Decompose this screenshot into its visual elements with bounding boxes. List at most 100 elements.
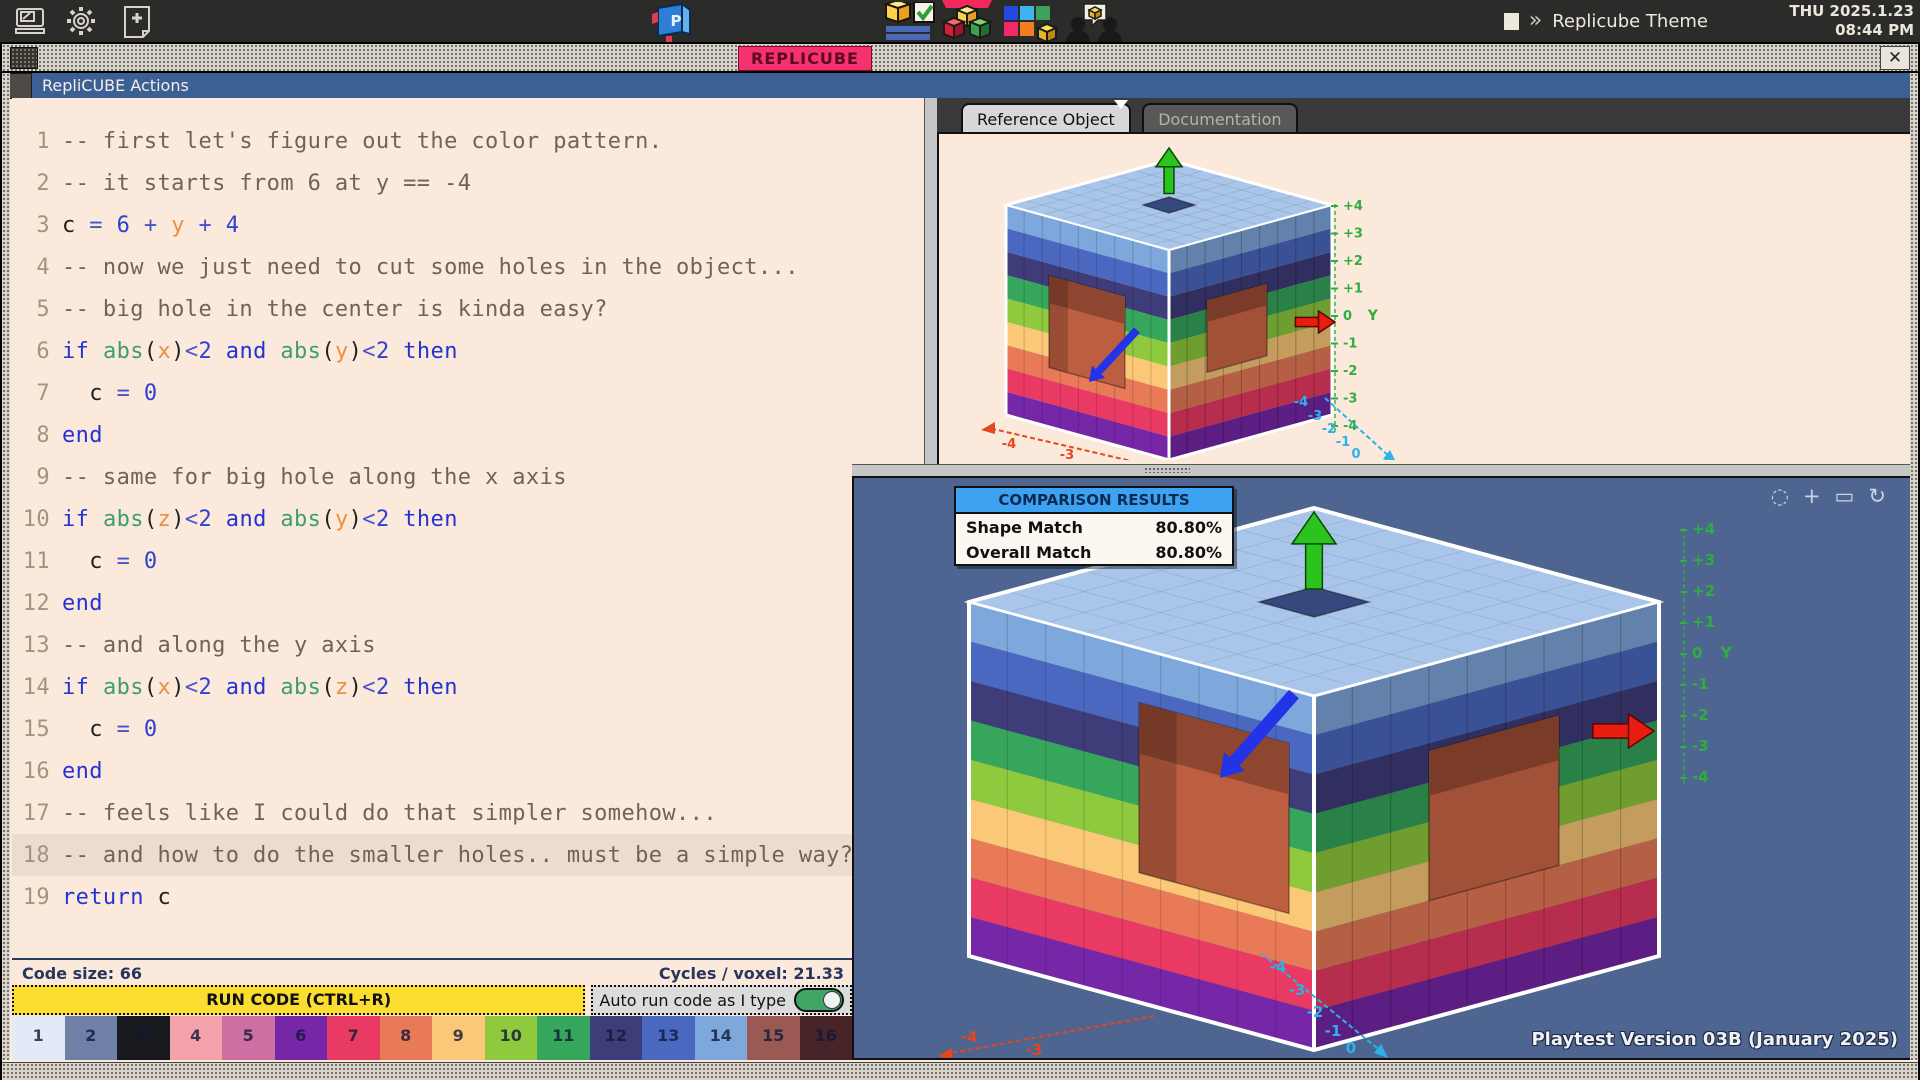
code-line[interactable]: 5-- big hole in the center is kinda easy… (12, 288, 852, 330)
run-code-button[interactable]: RUN CODE (CTRL+R) (12, 985, 585, 1015)
cubes-banner-icon[interactable] (938, 0, 996, 46)
line-number: 3 (18, 213, 50, 238)
rotate-view-icon[interactable]: ↻ (1868, 484, 1886, 508)
code-line[interactable]: 14if abs(x)<2 and abs(z)<2 then (12, 666, 852, 708)
palette-swatch-10[interactable]: 10 (485, 1016, 538, 1060)
code-line[interactable]: 8end (12, 414, 852, 456)
window-bottom-edge[interactable] (2, 1062, 1918, 1080)
palette-swatch-5[interactable]: 5 (222, 1016, 275, 1060)
palette-swatch-15[interactable]: 15 (747, 1016, 800, 1060)
swatch-number: 2 (65, 1026, 118, 1045)
code-line[interactable]: 13-- and along the y axis (12, 624, 852, 666)
svg-text:-2: -2 (1343, 364, 1357, 379)
code-line[interactable]: 15 c = 0 (12, 708, 852, 750)
palette-swatch-9[interactable]: 9 (432, 1016, 485, 1060)
code-line[interactable]: 12end (12, 582, 852, 624)
code-token: 2 (376, 507, 390, 532)
close-button[interactable]: ✕ (1880, 46, 1910, 70)
autorun-toggle[interactable] (794, 988, 844, 1012)
tab-reference-object[interactable]: Reference Object (961, 103, 1131, 132)
code-token: and (212, 675, 280, 700)
palette-swatch-6[interactable]: 6 (275, 1016, 328, 1060)
palette-swatch-13[interactable]: 13 (642, 1016, 695, 1060)
code-token: -- and along the y axis (62, 633, 376, 658)
window-app-icon[interactable] (10, 47, 38, 69)
code-token: -- now we just need to cut some holes in… (62, 255, 799, 280)
palette-swatch-12[interactable]: 12 (590, 1016, 643, 1060)
code-token: = (103, 717, 144, 742)
comparison-row: Shape Match80.80% (956, 514, 1232, 539)
tab-documentation[interactable]: Documentation (1142, 103, 1297, 132)
palette-swatch-4[interactable]: 4 (170, 1016, 223, 1060)
palette-swatch-3[interactable]: 3 (117, 1016, 170, 1060)
code-token: 2 (376, 675, 390, 700)
code-line[interactable]: 18-- and how to do the smaller holes.. m… (12, 834, 852, 876)
code-token: < (185, 675, 199, 700)
code-token: 0 (144, 549, 158, 574)
line-number: 7 (18, 381, 50, 406)
code-line[interactable]: 4-- now we just need to cut some holes i… (12, 246, 852, 288)
code-line[interactable]: 17-- feels like I could do that simpler … (12, 792, 852, 834)
code-token: c (62, 381, 103, 406)
code-editor-pane: 1-- first let's figure out the color pat… (12, 98, 924, 1060)
code-line[interactable]: 2-- it starts from 6 at y == -4 (12, 162, 852, 204)
palette-swatch-16[interactable]: 16 (800, 1016, 853, 1060)
code-token: ) (171, 507, 185, 532)
code-token: y (171, 213, 185, 238)
code-token: < (362, 675, 376, 700)
tab-notch-icon (1114, 100, 1128, 109)
new-file-icon[interactable] (122, 5, 152, 43)
code-line[interactable]: 1-- first let's figure out the color pat… (12, 120, 852, 162)
code-token: and (212, 507, 280, 532)
svg-text:P: P (671, 12, 682, 30)
svg-text:-1: -1 (1692, 675, 1709, 693)
code-token: if (62, 507, 103, 532)
comparison-results-box: COMPARISON RESULTS Shape Match80.80%Over… (954, 486, 1234, 566)
code-line[interactable]: 19return c (12, 876, 852, 918)
code-token: -- big hole in the center is kinda easy? (62, 297, 608, 322)
printer-tool-icon[interactable]: P (648, 2, 696, 46)
code-line[interactable]: 10if abs(z)<2 and abs(y)<2 then (12, 498, 852, 540)
palette-swatch-7[interactable]: 7 (327, 1016, 380, 1060)
palette-swatch-8[interactable]: 8 (380, 1016, 433, 1060)
move-view-icon[interactable]: + (1803, 484, 1821, 508)
actions-headerbar: RepliCUBE Actions (2, 73, 1918, 98)
palette-swatch-1[interactable]: 1 (12, 1016, 65, 1060)
swatch-number: 9 (432, 1026, 485, 1045)
code-token: abs (280, 675, 321, 700)
palette-swatch-11[interactable]: 11 (537, 1016, 590, 1060)
code-token: ( (144, 507, 158, 532)
taskbar: P (0, 0, 1920, 42)
reference-cube-view: +4+3+2+10-1-2-3-4Y-4-3-4-3-2-10 (939, 134, 1912, 460)
computer-icon[interactable] (14, 7, 46, 39)
community-cube-icon[interactable] (1064, 2, 1124, 46)
svg-text:+1: +1 (1343, 282, 1363, 297)
palette-swatch-14[interactable]: 14 (695, 1016, 748, 1060)
reference-viewport[interactable]: +4+3+2+10-1-2-3-4Y-4-3-4-3-2-10 (937, 132, 1918, 466)
swatch-number: 13 (642, 1026, 695, 1045)
window-titlebar[interactable]: REPLICUBE ✕ (2, 44, 1918, 73)
build-pane[interactable]: +4+3+2+10-1-2-3-4Y-4-3-4-3-2-10 COMPARIS… (852, 476, 1914, 1060)
code-token: ( (321, 339, 335, 364)
code-line[interactable]: 16end (12, 750, 852, 792)
task-check-cube-icon[interactable] (884, 2, 936, 46)
code-token: -- it starts from 6 at y == -4 (62, 171, 471, 196)
code-line[interactable]: 9-- same for big hole along the x axis (12, 456, 852, 498)
code-line[interactable]: 11 c = 0 (12, 540, 852, 582)
selection-frame-icon[interactable]: ◌ (1771, 484, 1789, 508)
code-token: and (212, 339, 280, 364)
comparison-value: 80.80% (1155, 543, 1222, 562)
code-editor[interactable]: 1-- first let's figure out the color pat… (12, 98, 924, 980)
fit-view-icon[interactable]: ▭ (1835, 484, 1855, 508)
color-palette: 12345678910111213141516 (12, 1016, 852, 1060)
theme-switcher[interactable]: » Replicube Theme (1504, 0, 1708, 42)
settings-gear-icon[interactable] (62, 3, 100, 43)
code-token: then (390, 507, 458, 532)
svg-text:0: 0 (1343, 309, 1352, 324)
code-line[interactable]: 6if abs(x)<2 and abs(y)<2 then (12, 330, 852, 372)
color-grid-icon[interactable] (1002, 4, 1058, 46)
palette-swatch-2[interactable]: 2 (65, 1016, 118, 1060)
code-line[interactable]: 3c = 6 + y + 4 (12, 204, 852, 246)
code-token: ) (349, 675, 363, 700)
code-line[interactable]: 7 c = 0 (12, 372, 852, 414)
